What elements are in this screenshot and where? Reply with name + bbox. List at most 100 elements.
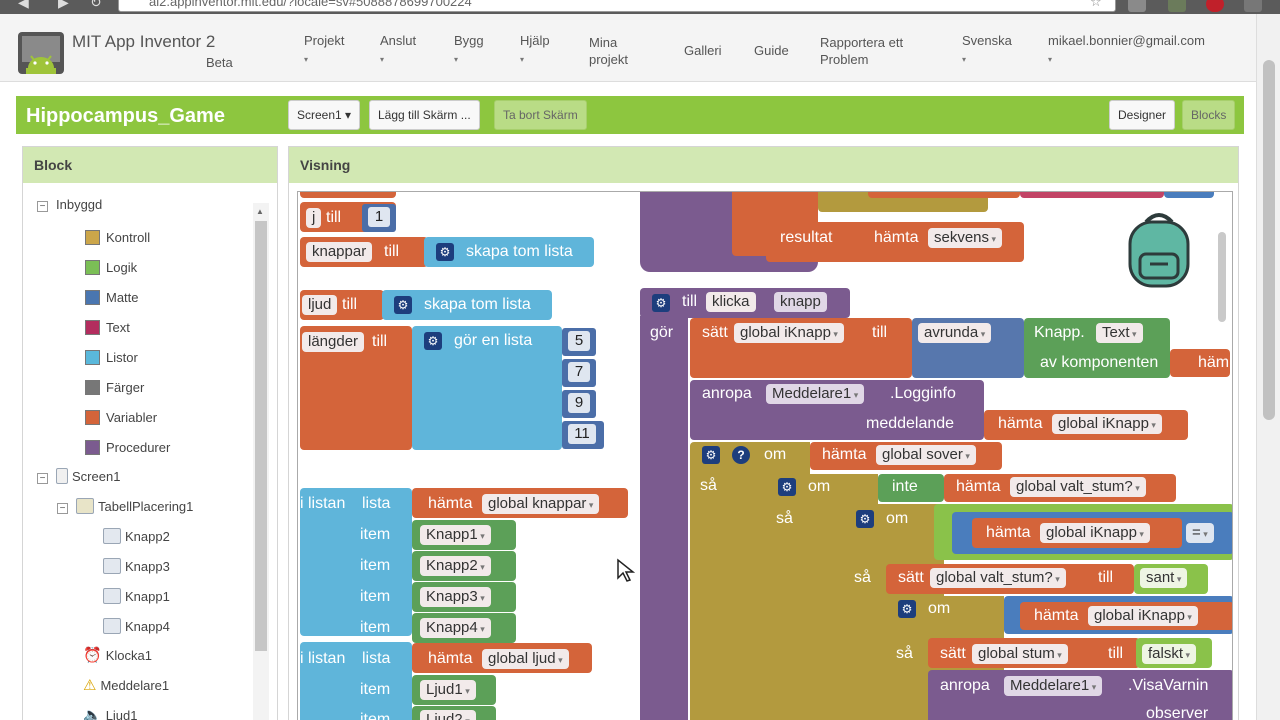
dropdown-knapp3[interactable]: Knapp3 — [420, 587, 491, 607]
dropdown-global-stum[interactable]: global stum — [972, 644, 1068, 664]
number-block-9[interactable]: 9 — [562, 390, 596, 418]
help-icon[interactable]: ? — [732, 446, 750, 464]
dropdown-global-knappar[interactable]: global knappar — [482, 494, 600, 514]
tree-knapp3[interactable]: Knapp3 — [103, 557, 170, 577]
add-screen-button[interactable]: Lägg till Skärm ... — [369, 100, 480, 130]
extension-icon[interactable] — [1128, 0, 1146, 12]
nav-hjalp[interactable]: Hjälp ▾ — [520, 32, 550, 68]
nav-mina-projekt[interactable]: Mina projekt — [589, 34, 628, 68]
block-fragment-orange-2[interactable] — [868, 192, 1020, 198]
gear-icon[interactable]: ⚙ — [898, 600, 916, 618]
number-block-1[interactable]: 1 — [362, 204, 396, 232]
dropdown-equals[interactable]: = — [1186, 523, 1214, 543]
gear-icon[interactable]: ⚙ — [394, 296, 412, 314]
dropdown-sant[interactable]: sant — [1140, 568, 1188, 588]
tree-item-matte[interactable]: Matte — [85, 288, 139, 308]
designer-button[interactable]: Designer — [1109, 100, 1176, 130]
dropdown-ljud1[interactable]: Ljud1 — [420, 680, 476, 700]
number-block-5[interactable]: 5 — [562, 328, 596, 356]
tree-knapp2[interactable]: Knapp2 — [103, 527, 170, 547]
reload-icon[interactable]: ↻ — [90, 0, 102, 11]
tree-builtin[interactable]: − Inbyggd — [37, 195, 102, 215]
tree-screen1[interactable]: − Screen1 — [37, 467, 120, 487]
tree-knapp1[interactable]: Knapp1 — [103, 587, 170, 607]
bookmark-star-icon[interactable]: ☆ — [1090, 0, 1102, 10]
nav-bygg[interactable]: Bygg ▾ — [454, 32, 484, 68]
workspace-scrollbar[interactable] — [1218, 232, 1226, 322]
nav-galleri[interactable]: Galleri — [684, 42, 722, 59]
dropdown-global-iknapp-3[interactable]: global iKnapp — [1040, 523, 1150, 543]
tree-item-procedurer[interactable]: Procedurer — [85, 438, 170, 458]
number-block-7[interactable]: 7 — [562, 359, 596, 387]
extension-icon-2[interactable] — [1168, 0, 1186, 12]
tree-knapp4[interactable]: Knapp4 — [103, 617, 170, 637]
gear-icon[interactable]: ⚙ — [652, 294, 670, 312]
gear-icon[interactable]: ⚙ — [856, 510, 874, 528]
gear-icon[interactable]: ⚙ — [702, 446, 720, 464]
collapse-icon[interactable]: − — [57, 503, 68, 514]
blocks-workspace[interactable]: j till 1 knappar till ⚙ skapa tom lista … — [297, 191, 1233, 720]
dropdown-knapp4[interactable]: Knapp4 — [420, 618, 491, 638]
block-fragment-blue[interactable] — [1164, 192, 1214, 198]
dropdown-global-sover[interactable]: global sover — [876, 445, 976, 465]
remove-screen-button[interactable]: Ta bort Skärm — [494, 100, 587, 130]
collapse-icon[interactable]: − — [37, 201, 48, 212]
tree-ljud1[interactable]: 🔈 Ljud1 — [83, 706, 138, 720]
gear-icon[interactable]: ⚙ — [424, 332, 442, 350]
tree-tabellplacering[interactable]: − TabellPlacering1 — [57, 497, 193, 517]
nav-anslut[interactable]: Anslut ▾ — [380, 32, 416, 68]
screen-select-button[interactable]: Screen1 ▾ — [288, 100, 361, 130]
var-name-ljud[interactable]: ljud — [302, 295, 338, 315]
block-fragment-text[interactable] — [1020, 192, 1164, 198]
tree-item-text[interactable]: Text — [85, 318, 130, 338]
address-bar[interactable]: ai2.appinventor.mit.edu/?locale=sv#50888… — [118, 0, 1116, 12]
dropdown-valt-stum[interactable]: global valt_stum? — [1010, 477, 1146, 497]
page-scrollbar[interactable] — [1256, 14, 1280, 720]
dropdown-falskt[interactable]: falskt — [1142, 644, 1197, 664]
nav-projekt[interactable]: Projekt ▾ — [304, 32, 344, 68]
backpack-icon[interactable] — [1124, 206, 1194, 290]
nav-guide[interactable]: Guide — [754, 42, 789, 59]
dropdown-global-iknapp-2[interactable]: global iKnapp — [1052, 414, 1162, 434]
event-block-body[interactable] — [640, 316, 688, 720]
tree-item-kontroll[interactable]: Kontroll — [85, 228, 150, 248]
param-knapp[interactable]: knapp — [774, 292, 827, 312]
blocks-button[interactable]: Blocks — [1182, 100, 1236, 130]
forward-icon[interactable]: ▶ — [58, 0, 69, 11]
dropdown-sekvens[interactable]: sekvens — [928, 228, 1003, 248]
nav-language[interactable]: Svenska ▾ — [962, 32, 1012, 68]
menu-icon[interactable] — [1244, 0, 1262, 12]
dropdown-global-ljud[interactable]: global ljud — [482, 649, 569, 669]
tree-meddelare1[interactable]: ⚠ Meddelare1 — [83, 676, 169, 696]
back-icon[interactable]: ◀ — [18, 0, 29, 11]
tree-scrollbar[interactable]: ▲ — [253, 203, 269, 720]
tree-item-logik[interactable]: Logik — [85, 258, 137, 278]
scroll-up-icon[interactable]: ▲ — [256, 207, 264, 216]
dropdown-text-prop[interactable]: Text — [1096, 323, 1143, 343]
var-name-knappar[interactable]: knappar — [306, 242, 373, 262]
tree-item-variabler[interactable]: Variabler — [85, 408, 157, 428]
nav-report-problem[interactable]: Rapportera ett Problem — [820, 34, 903, 68]
tree-klocka1[interactable]: ⏰ Klocka1 — [83, 646, 152, 666]
dropdown-global-iknapp[interactable]: global iKnapp — [734, 323, 844, 343]
dropdown-meddelare1[interactable]: Meddelare1 — [766, 384, 865, 404]
nav-account[interactable]: mikael.bonnier@gmail.com ▾ — [1048, 32, 1205, 68]
dropdown-valt-stum-2[interactable]: global valt_stum? — [930, 568, 1066, 588]
dropdown-meddelare1-2[interactable]: Meddelare1 — [1004, 676, 1103, 696]
extension-icon-3[interactable] — [1206, 0, 1224, 12]
collapse-icon[interactable]: − — [37, 473, 48, 484]
block-fragment-top[interactable] — [300, 192, 396, 198]
param-klicka[interactable]: klicka — [706, 292, 756, 312]
tree-item-farger[interactable]: Färger — [85, 378, 144, 398]
dropdown-global-iknapp-4[interactable]: global iKnapp — [1088, 606, 1198, 626]
gear-icon[interactable]: ⚙ — [778, 478, 796, 496]
tree-scroll-thumb[interactable] — [255, 221, 267, 651]
number-block-11[interactable]: 11 — [562, 421, 604, 449]
tree-item-listor[interactable]: Listor — [85, 348, 138, 368]
var-name-langder[interactable]: längder — [302, 332, 365, 352]
dropdown-knapp1[interactable]: Knapp1 — [420, 525, 491, 545]
gear-icon[interactable]: ⚙ — [436, 243, 454, 261]
dropdown-avrunda[interactable]: avrunda — [918, 323, 992, 343]
dropdown-knapp2[interactable]: Knapp2 — [420, 556, 491, 576]
dropdown-ljud2[interactable]: Ljud2 — [420, 710, 476, 720]
